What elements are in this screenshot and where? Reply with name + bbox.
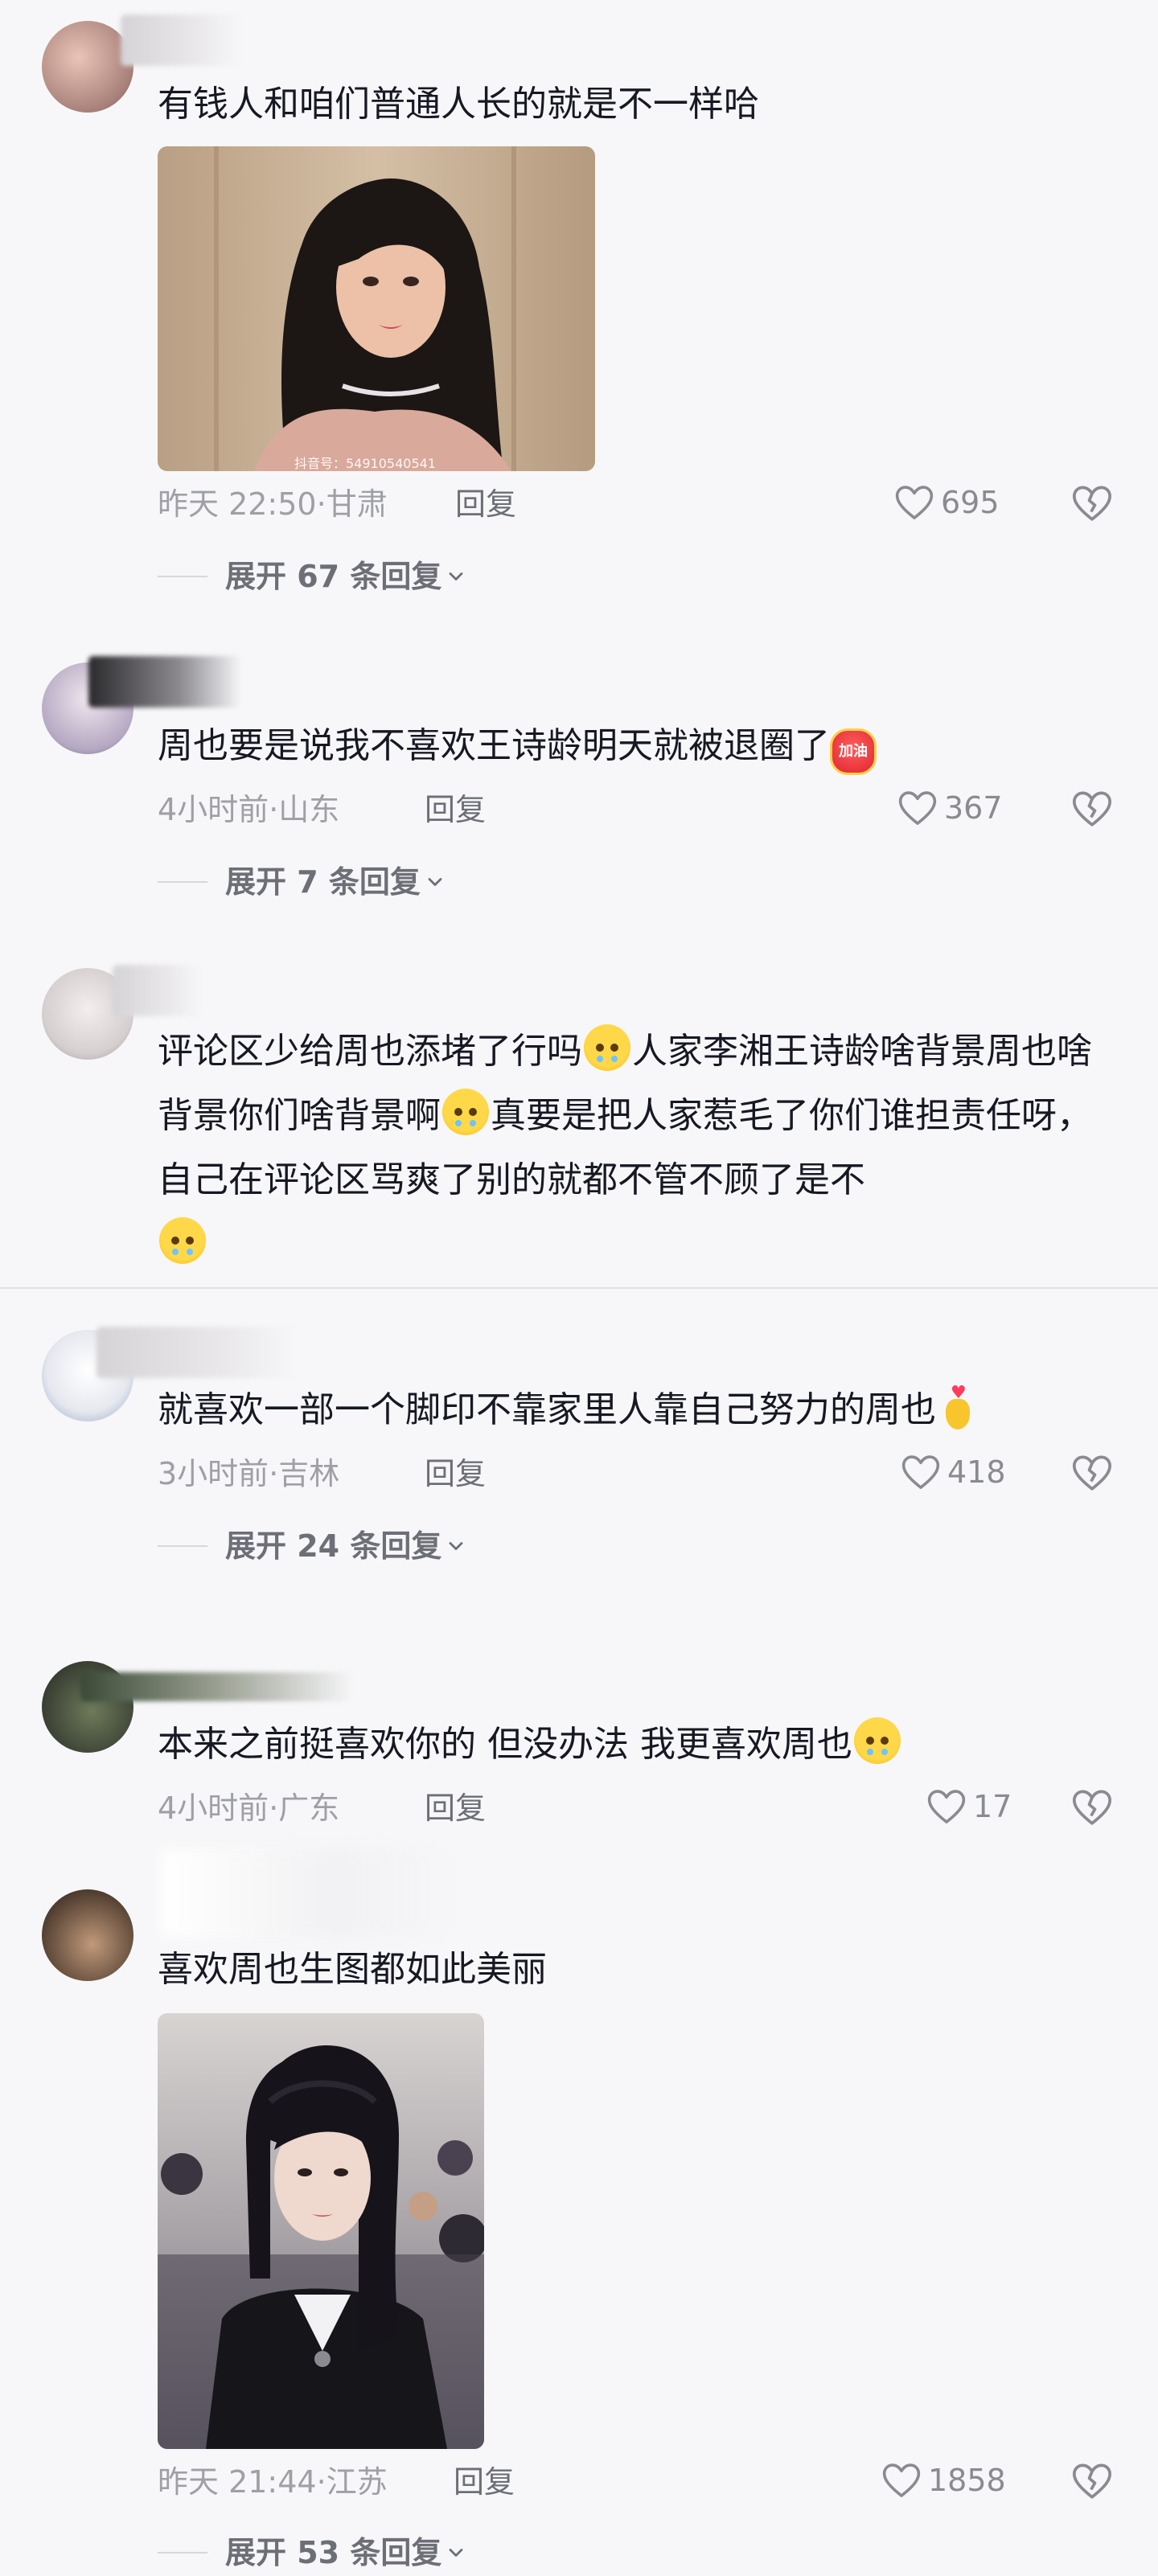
heart-outline-icon bbox=[927, 1790, 966, 1823]
meta-separator: · bbox=[269, 1456, 279, 1491]
comment-location: 广东 bbox=[278, 1790, 340, 1826]
expand-replies-label: 展开 53 条回复 bbox=[225, 2535, 442, 2570]
reply-button[interactable]: 回复 bbox=[425, 1452, 486, 1495]
dislike-button[interactable] bbox=[1070, 2459, 1115, 2504]
like-button[interactable]: 367 bbox=[896, 786, 1003, 830]
comment-meta: 4小时前·山东 bbox=[158, 788, 339, 831]
heart-outline-icon bbox=[882, 2463, 921, 2497]
comment-text: 评论区少给周也添堵了行吗 人家李湘王诗龄啥背景周也啥背景你们啥背景啊 真要是把人家惹… bbox=[158, 1019, 1123, 1277]
chevron-down-icon bbox=[449, 572, 463, 580]
finger-heart-icon: ♥ bbox=[941, 1384, 973, 1430]
expand-replies-button[interactable]: 展开 67 条回复 bbox=[158, 555, 467, 598]
comment-text-part: 评论区少给周也添堵了行吗 bbox=[158, 1031, 582, 1072]
username-blurred[interactable] bbox=[88, 656, 241, 708]
dislike-button[interactable] bbox=[1070, 1450, 1115, 1495]
section-divider bbox=[0, 1287, 1158, 1289]
cheer-sticker-icon: 加油 bbox=[830, 728, 877, 775]
dislike-button[interactable] bbox=[1070, 786, 1115, 831]
meta-separator: · bbox=[316, 486, 326, 522]
expand-divider bbox=[158, 1545, 207, 1547]
comment-text: 周也要是说我不喜欢王诗龄明天就被退圈了 加油 bbox=[158, 714, 1123, 778]
crying-emoji-icon bbox=[442, 1089, 489, 1135]
broken-heart-icon bbox=[1072, 1790, 1112, 1825]
comment-time: 4小时前 bbox=[158, 792, 269, 827]
broken-heart-icon bbox=[1072, 791, 1112, 827]
comment-location: 江苏 bbox=[326, 2464, 388, 2500]
like-button[interactable]: 17 bbox=[925, 1785, 1012, 1828]
image-watermark: 抖音号：54910540541 bbox=[294, 456, 436, 471]
crying-emoji-icon bbox=[853, 1717, 901, 1764]
crying-emoji-icon bbox=[159, 1217, 206, 1264]
broken-heart-icon bbox=[1072, 1455, 1112, 1491]
chevron-down-icon bbox=[449, 2549, 463, 2557]
expand-replies-button[interactable]: 展开 7 条回复 bbox=[158, 860, 446, 904]
meta-separator: · bbox=[269, 792, 279, 827]
comment-location: 山东 bbox=[278, 792, 340, 827]
like-count: 1858 bbox=[928, 2463, 1006, 2498]
expand-divider bbox=[158, 2552, 207, 2553]
username-blurred[interactable] bbox=[113, 965, 201, 1016]
comment-time: 昨天 22:50 bbox=[158, 486, 317, 522]
broken-heart-icon bbox=[1072, 2463, 1112, 2499]
comment-meta: 3小时前·吉林 bbox=[158, 1452, 339, 1495]
expand-replies-button[interactable]: 展开 24 条回复 bbox=[158, 1524, 467, 1568]
reply-button[interactable]: 回复 bbox=[454, 2460, 515, 2504]
heart-outline-icon bbox=[898, 791, 937, 825]
expand-replies-label: 展开 24 条回复 bbox=[225, 1528, 442, 1564]
username-blurred[interactable] bbox=[161, 1849, 450, 1938]
like-count: 367 bbox=[944, 790, 1003, 826]
comment-text: 有钱人和咱们普通人长的就是不一样哈 bbox=[158, 84, 759, 125]
comment-time: 3小时前 bbox=[158, 1456, 269, 1491]
username-blurred[interactable] bbox=[80, 1672, 354, 1701]
like-button[interactable]: 1858 bbox=[880, 2459, 1006, 2502]
expand-replies-button[interactable]: 展开 53 条回复 bbox=[158, 2531, 467, 2574]
chevron-down-icon bbox=[449, 1542, 463, 1550]
chevron-down-icon bbox=[428, 878, 442, 886]
like-count: 418 bbox=[947, 1454, 1006, 1490]
avatar[interactable] bbox=[42, 1889, 133, 1981]
heart-outline-icon bbox=[895, 486, 934, 519]
reply-button[interactable]: 回复 bbox=[455, 482, 516, 526]
username-blurred[interactable] bbox=[96, 1327, 298, 1378]
comment-location: 吉林 bbox=[278, 1456, 340, 1491]
comment-time: 4小时前 bbox=[158, 1790, 269, 1826]
expand-replies-label: 展开 67 条回复 bbox=[225, 559, 442, 594]
comment-meta: 4小时前·广东 bbox=[158, 1786, 339, 1830]
avatar[interactable] bbox=[42, 21, 133, 113]
like-button[interactable]: 418 bbox=[899, 1450, 1006, 1494]
username-blurred[interactable] bbox=[121, 14, 241, 66]
comment-text: 本来之前挺喜欢你的 但没办法 我更喜欢周也 bbox=[158, 1713, 1123, 1777]
comment-location: 甘肃 bbox=[326, 486, 388, 522]
like-button[interactable]: 695 bbox=[893, 481, 1000, 524]
like-count: 17 bbox=[973, 1789, 1012, 1824]
reply-button[interactable]: 回复 bbox=[425, 788, 486, 831]
expand-divider bbox=[158, 881, 207, 883]
comment-text-content: 本来之前挺喜欢你的 但没办法 我更喜欢周也 bbox=[158, 1724, 852, 1765]
broken-heart-icon bbox=[1072, 486, 1112, 521]
like-count: 695 bbox=[941, 485, 1000, 520]
heart-outline-icon bbox=[901, 1455, 940, 1489]
comment-image[interactable]: 抖音号：54910540541 bbox=[158, 146, 595, 471]
comment-meta: 昨天 21:44·江苏 bbox=[158, 2460, 388, 2504]
meta-separator: · bbox=[269, 1790, 279, 1826]
comment-meta: 昨天 22:50·甘肃 bbox=[158, 482, 388, 526]
comment-image[interactable] bbox=[158, 2013, 484, 2449]
comment-time: 昨天 21:44 bbox=[158, 2464, 317, 2500]
expand-divider bbox=[158, 576, 207, 577]
crying-emoji-icon bbox=[584, 1024, 630, 1071]
meta-separator: · bbox=[316, 2464, 326, 2500]
expand-replies-label: 展开 7 条回复 bbox=[225, 864, 421, 900]
dislike-button[interactable] bbox=[1070, 1785, 1115, 1830]
reply-button[interactable]: 回复 bbox=[425, 1786, 486, 1830]
comment-text-content: 周也要是说我不喜欢王诗龄明天就被退圈了 bbox=[158, 725, 830, 766]
dislike-button[interactable] bbox=[1070, 481, 1115, 526]
comment-text: 喜欢周也生图都如此美丽 bbox=[158, 1949, 547, 1990]
comment-text-content: 就喜欢一部一个脚印不靠家里人靠自己努力的周也 bbox=[158, 1389, 936, 1430]
comment-text: 就喜欢一部一个脚印不靠家里人靠自己努力的周也 ♥ bbox=[158, 1378, 1123, 1442]
